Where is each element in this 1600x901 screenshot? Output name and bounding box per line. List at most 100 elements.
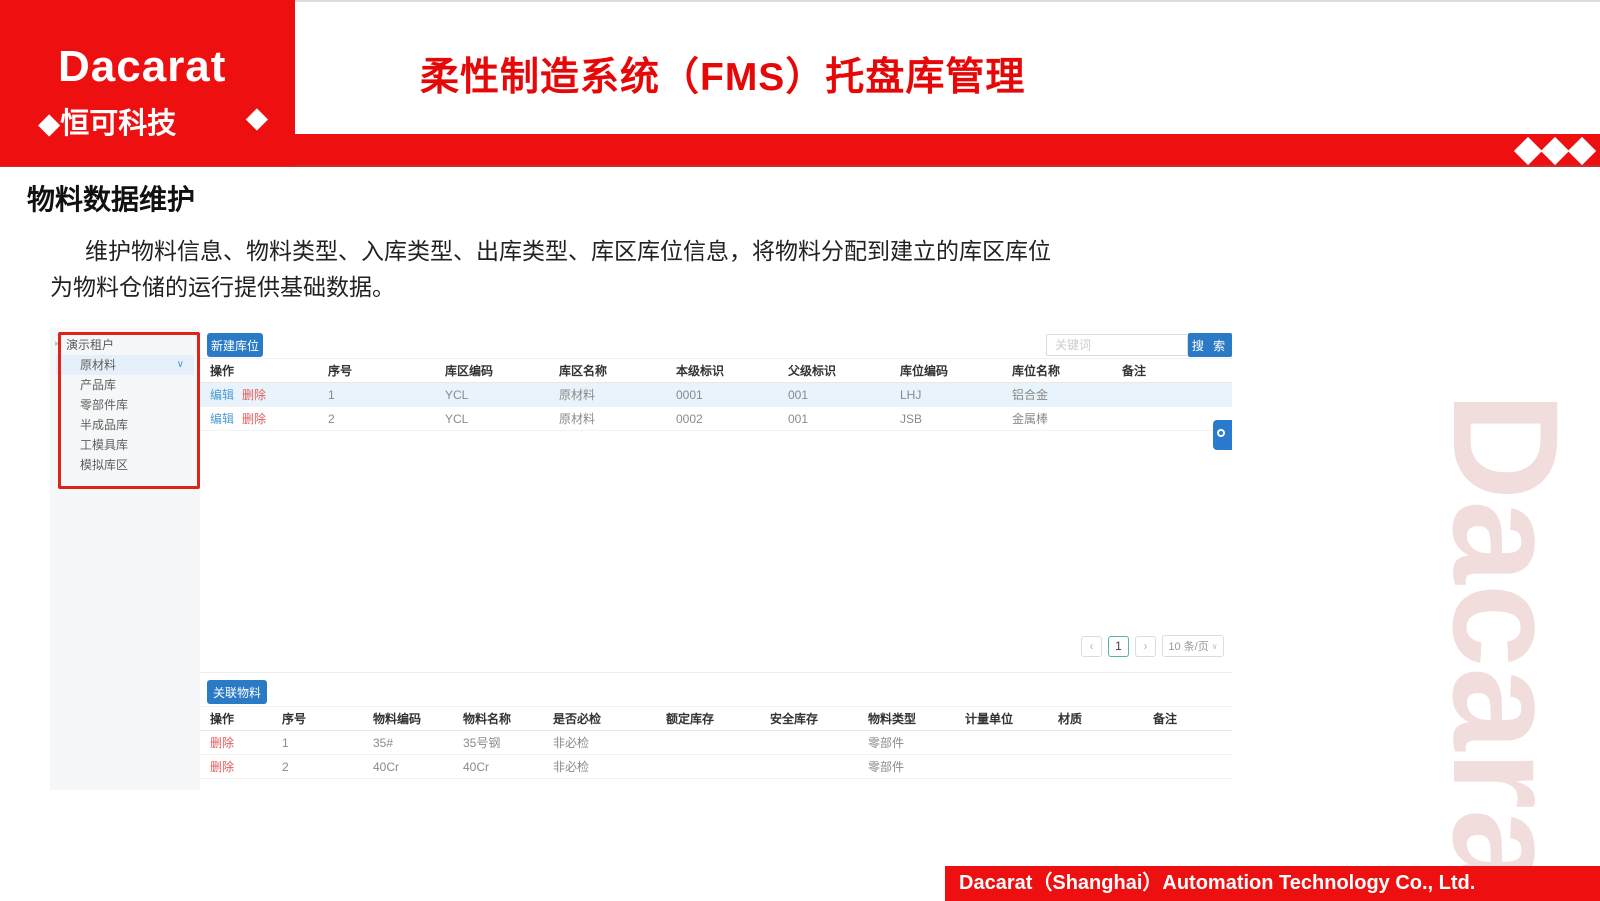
diamond-icon: ◆ [246, 100, 268, 142]
table-cell [955, 731, 1048, 755]
sidebar-item-label: 半成品库 [80, 418, 128, 432]
action-cell: 编辑删除 [200, 383, 318, 407]
section-heading: 物料数据维护 [27, 178, 195, 218]
sidebar-item-模拟库区[interactable]: 模拟库区 [50, 455, 200, 475]
diamond-decoration [1511, 134, 1592, 167]
table-cell: 001 [778, 407, 890, 431]
sidebar-item-label: 原材料 [80, 358, 116, 372]
page-size-select[interactable]: 10 条/页 ∨ [1162, 635, 1224, 657]
table-cell: 1 [272, 731, 363, 755]
column-header: 计量单位 [955, 707, 1048, 731]
table-cell: 35# [363, 731, 453, 755]
delete-link[interactable]: 删除 [242, 388, 266, 402]
column-header: 额定库存 [656, 707, 760, 731]
sidebar-root-node[interactable]: 演示租户 [66, 336, 114, 353]
table-cell: 原材料 [549, 383, 666, 407]
action-cell: 删除 [200, 755, 272, 779]
app-screenshot: ▸ 演示租户 原材料 ∨ 产品库零部件库半成品库工模具库模拟库区 新建库位 搜 索 … [50, 328, 1232, 790]
edit-link[interactable]: 编辑 [210, 388, 234, 402]
table-row: 删除240Cr40Cr非必检零部件 [200, 755, 1232, 779]
location-table: 操作序号库区编码库区名称本级标识父级标识库位编码库位名称备注 编辑删除1YCL原… [200, 358, 1232, 431]
diamond-icon [1568, 136, 1596, 164]
main-panel: 新建库位 搜 索 操作序号库区编码库区名称本级标识父级标识库位编码库位名称备注 … [200, 328, 1232, 790]
footer-company-text: Dacarat（Shanghai）Automation Technology C… [959, 866, 1475, 901]
table-cell [955, 755, 1048, 779]
table-cell: 非必检 [543, 755, 656, 779]
new-location-button[interactable]: 新建库位 [207, 333, 263, 357]
pagination: ‹ 1 › 10 条/页 ∨ [200, 633, 1224, 659]
body-paragraph-line1: 维护物料信息、物料类型、入库类型、出库类型、库区库位信息，将物料分配到建立的库区… [85, 232, 1051, 266]
column-header: 备注 [1143, 707, 1232, 731]
table-row: 编辑删除1YCL原材料0001001LHJ铝合金 [200, 383, 1232, 407]
material-table: 操作序号物料编码物料名称是否必检额定库存安全库存物料类型计量单位材质备注 删除 1… [200, 706, 1232, 779]
link-icon [1217, 429, 1225, 437]
table-cell [760, 731, 858, 755]
footer-bar: Dacarat（Shanghai）Automation Technology C… [945, 866, 1600, 901]
prev-page-button[interactable]: ‹ [1081, 636, 1102, 657]
table-cell: 金属棒 [1002, 407, 1112, 431]
sidebar-item-零部件库[interactable]: 零部件库 [50, 395, 200, 415]
sidebar-item-label: 工模具库 [80, 438, 128, 452]
action-cell: 删除 [200, 731, 272, 755]
table-header-row: 操作序号物料编码物料名称是否必检额定库存安全库存物料类型计量单位材质备注 [200, 707, 1232, 731]
table-cell [656, 755, 760, 779]
current-page-button[interactable]: 1 [1108, 636, 1129, 657]
table-cell: 铝合金 [1002, 383, 1112, 407]
table-cell: YCL [435, 383, 549, 407]
associate-material-button[interactable]: 关联物料 [207, 680, 267, 704]
column-header: 物料类型 [858, 707, 955, 731]
page-title: 柔性制造系统（FMS）托盘库管理 [420, 46, 1025, 102]
table-cell: 001 [778, 383, 890, 407]
table-cell: 0002 [666, 407, 778, 431]
table-cell: 1 [318, 383, 435, 407]
column-header: 库位名称 [1002, 359, 1112, 383]
sidebar-item-label: 产品库 [80, 378, 116, 392]
column-header: 序号 [272, 707, 363, 731]
delete-link[interactable]: 删除 [210, 760, 234, 774]
table-row: 删除135#35号钢非必检零部件 [200, 731, 1232, 755]
search-button[interactable]: 搜 索 [1188, 333, 1232, 357]
table-cell: 2 [318, 407, 435, 431]
column-header: 库区编码 [435, 359, 549, 383]
next-page-button[interactable]: › [1135, 636, 1156, 657]
diamond-icon [1541, 136, 1569, 164]
sidebar-item-产品库[interactable]: 产品库 [50, 375, 200, 395]
sidebar: ▸ 演示租户 原材料 ∨ 产品库零部件库半成品库工模具库模拟库区 [50, 328, 200, 790]
table-cell [1112, 383, 1232, 407]
table-cell: YCL [435, 407, 549, 431]
table-cell [656, 731, 760, 755]
table-cell [1143, 731, 1232, 755]
table-cell: 非必检 [543, 731, 656, 755]
table-cell: 零部件 [858, 731, 955, 755]
table-cell: 原材料 [549, 407, 666, 431]
column-header: 材质 [1048, 707, 1143, 731]
column-header: 操作 [200, 359, 318, 383]
table-header-row: 操作序号库区编码库区名称本级标识父级标识库位编码库位名称备注 [200, 359, 1232, 383]
sidebar-item-原材料[interactable]: 原材料 ∨ [56, 355, 194, 375]
table-cell: 0001 [666, 383, 778, 407]
delete-link[interactable]: 删除 [242, 412, 266, 426]
column-header: 序号 [318, 359, 435, 383]
action-cell: 编辑删除 [200, 407, 318, 431]
chevron-down-icon: ∨ [177, 355, 184, 375]
table-row: 编辑删除2YCL原材料0002001JSB金属棒 [200, 407, 1232, 431]
search-input[interactable] [1046, 334, 1188, 356]
table-cell: 2 [272, 755, 363, 779]
logo-subtitle: ◆恒可科技 ◆ [38, 100, 268, 142]
column-header: 库区名称 [549, 359, 666, 383]
column-header: 备注 [1112, 359, 1232, 383]
edit-link[interactable]: 编辑 [210, 412, 234, 426]
delete-link[interactable]: 删除 [210, 736, 234, 750]
chevron-down-icon: ∨ [1212, 642, 1218, 651]
column-header: 库位编码 [890, 359, 1002, 383]
sidebar-item-半成品库[interactable]: 半成品库 [50, 415, 200, 435]
side-link-button[interactable] [1213, 420, 1232, 450]
sidebar-item-label: 零部件库 [80, 398, 128, 412]
sidebar-item-工模具库[interactable]: 工模具库 [50, 435, 200, 455]
slide: Dacarat ◆恒可科技 ◆ 柔性制造系统（FMS）托盘库管理 物料数据维护 … [0, 0, 1600, 901]
sidebar-item-label: 模拟库区 [80, 458, 128, 472]
column-header: 本级标识 [666, 359, 778, 383]
tree-caret-icon: ▸ [55, 338, 60, 349]
table-cell: JSB [890, 407, 1002, 431]
table-cell: LHJ [890, 383, 1002, 407]
